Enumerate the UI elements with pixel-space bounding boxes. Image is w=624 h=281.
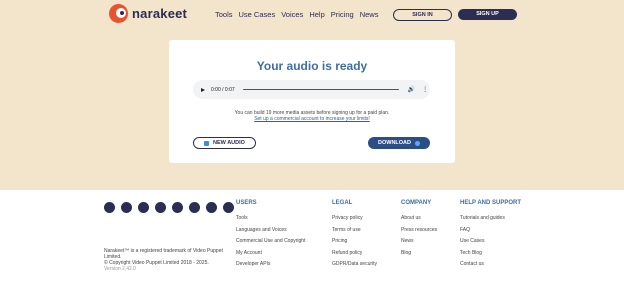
download-icon [415,140,420,146]
footer-link[interactable]: News [401,236,437,248]
download-button[interactable]: DOWNLOAD [368,137,430,149]
tiktok-icon[interactable] [206,202,217,213]
footer-link[interactable]: About us [401,213,437,225]
twitter-icon[interactable] [138,202,149,213]
footer-link[interactable]: Use Cases [460,236,521,248]
slack-icon[interactable] [121,202,132,213]
footer-col-title: USERS [236,200,257,206]
player-time: 0:00 / 0:07 [211,86,235,93]
new-audio-label: NEW AUDIO [213,140,245,146]
usage-notice: You can build 19 more media assets befor… [169,110,455,122]
footer-col-help: HELP AND SUPPORT Tutorials and guides FA… [460,200,521,271]
nav-pricing[interactable]: Pricing [331,10,354,19]
trademark-text: Narakeet™ is a registered trademark of V… [104,248,223,260]
commercial-account-link[interactable]: Set up a commercial account to increase … [169,116,455,122]
footer-link[interactable]: FAQ [460,225,521,237]
player-seek-bar[interactable] [242,88,399,91]
narakeet-logo-icon [109,4,128,23]
page-title: Your audio is ready [256,59,368,73]
nav-tools[interactable]: Tools [215,10,233,19]
signup-button[interactable]: SIGN UP [458,9,517,20]
instagram-icon[interactable] [189,202,200,213]
volume-icon[interactable]: 🔊 [408,86,415,93]
youtube-icon[interactable] [155,202,166,213]
footer-col-title: HELP AND SUPPORT [460,200,522,206]
rss-icon[interactable] [104,202,115,213]
footer-col-title: COMPANY [401,200,432,206]
footer-link[interactable]: Pricing [332,236,377,248]
signin-button[interactable]: SIGN IN [393,9,452,21]
nav-voices[interactable]: Voices [281,10,303,19]
footer-link[interactable]: Tools [236,213,305,225]
result-card: Your audio is ready 0:00 / 0:07 🔊 ⋮ You … [169,40,455,163]
nav-news[interactable]: News [360,10,379,19]
footer-link[interactable]: Blog [401,248,437,260]
footer-col-title: LEGAL [332,200,353,206]
footer-link[interactable]: Commercial Use and Copyright [236,236,305,248]
logo[interactable]: narakeet [109,4,187,23]
play-icon[interactable] [201,87,205,92]
new-audio-button[interactable]: NEW AUDIO [193,137,256,149]
more-options-icon[interactable]: ⋮ [422,86,428,93]
new-document-icon [204,140,210,146]
brand-name: narakeet [132,6,188,21]
footer-link[interactable]: Tutorials and guides [460,213,521,225]
github-icon[interactable] [223,202,234,213]
footer-link[interactable]: Contact us [460,259,521,271]
footer-col-company: COMPANY About us Press resources News Bl… [401,200,437,259]
footer-link[interactable]: Press resources [401,225,437,237]
footer-link[interactable]: Languages and Voices [236,225,305,237]
footer-link[interactable]: Developer APIs [236,259,305,271]
main-nav: Tools Use Cases Voices Help Pricing News [215,10,378,19]
download-label: DOWNLOAD [378,140,411,146]
footer-col-legal: LEGAL Privacy policy Terms of use Pricin… [332,200,377,271]
social-links [104,202,234,213]
footer-link[interactable]: Refund policy [332,248,377,260]
facebook-icon[interactable] [172,202,183,213]
footer-link[interactable]: GDPR/Data security [332,259,377,271]
footer-link[interactable]: Privacy policy [332,213,377,225]
footer-link[interactable]: Terms of use [332,225,377,237]
nav-help[interactable]: Help [309,10,324,19]
footer-legal-text: Narakeet™ is a registered trademark of V… [104,248,229,272]
audio-player[interactable]: 0:00 / 0:07 🔊 ⋮ [193,80,430,99]
footer-link[interactable]: Tech Blog [460,248,521,260]
header: narakeet Tools Use Cases Voices Help Pri… [0,0,624,30]
footer-col-users: USERS Tools Languages and Voices Commerc… [236,200,305,271]
nav-use-cases[interactable]: Use Cases [239,10,276,19]
footer: Narakeet™ is a registered trademark of V… [0,190,624,281]
footer-link[interactable]: My Account [236,248,305,260]
version-text: Version 2.42.0 [104,266,136,272]
